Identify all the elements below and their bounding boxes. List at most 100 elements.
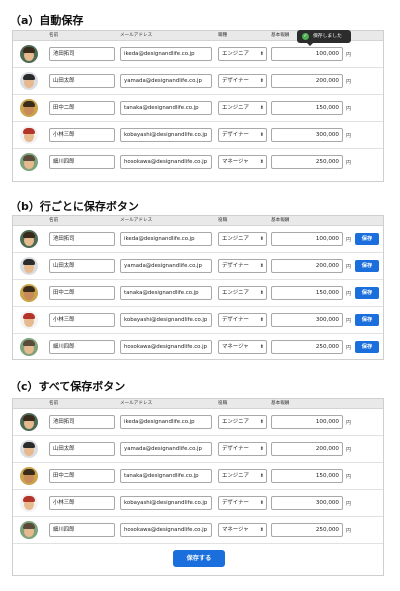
yen-unit: 円 bbox=[346, 345, 352, 351]
role-select[interactable]: デザイナー ⬍ bbox=[218, 74, 267, 88]
salary-field[interactable]: 200,000 bbox=[271, 74, 343, 88]
yen-unit: 円 bbox=[346, 79, 352, 85]
salary-field[interactable]: 300,000 bbox=[271, 496, 343, 510]
email-field[interactable]: hosokawa@designandlife.co.jp bbox=[120, 340, 212, 354]
email-field[interactable]: tanaka@designandlife.co.jp bbox=[120, 286, 212, 300]
email-field[interactable]: hosokawa@designandlife.co.jp bbox=[120, 523, 212, 537]
name-field[interactable]: 小林三郎 bbox=[49, 128, 115, 142]
name-field[interactable]: 池田拓司 bbox=[49, 47, 115, 61]
role-value: マネージャ bbox=[222, 159, 249, 165]
table-row: 田中二郎 tanaka@designandlife.co.jp エンジニア ⬍ 1… bbox=[13, 280, 383, 307]
chevron-updown-icon: ⬍ bbox=[259, 132, 264, 138]
email-field[interactable]: tanaka@designandlife.co.jp bbox=[120, 101, 212, 115]
email-field[interactable]: ikeda@designandlife.co.jp bbox=[120, 47, 212, 61]
name-field[interactable]: 池田拓司 bbox=[49, 415, 115, 429]
yen-unit: 円 bbox=[346, 160, 352, 166]
salary-field[interactable]: 150,000 bbox=[271, 101, 343, 115]
role-select[interactable]: エンジニア ⬍ bbox=[218, 101, 267, 115]
role-select[interactable]: マネージャ ⬍ bbox=[218, 155, 267, 169]
table-row: 細川四郎 hosokawa@designandlife.co.jp マネージャ ⬍… bbox=[13, 149, 383, 176]
chevron-updown-icon: ⬍ bbox=[259, 78, 264, 84]
salary-field[interactable]: 250,000 bbox=[271, 155, 343, 169]
avatar bbox=[20, 440, 38, 458]
email-field[interactable]: tanaka@designandlife.co.jp bbox=[120, 469, 212, 483]
employee-table: 名前 メールアドレス 職種 基本報酬 池田拓司 ikeda@designandl… bbox=[12, 30, 384, 182]
save-row-button[interactable]: 保存 bbox=[355, 260, 379, 272]
name-field[interactable]: 田中二郎 bbox=[49, 101, 115, 115]
email-field[interactable]: hosokawa@designandlife.co.jp bbox=[120, 155, 212, 169]
name-field[interactable]: 山田太郎 bbox=[49, 442, 115, 456]
header-email: メールアドレス bbox=[120, 401, 153, 406]
table-row: 池田拓司 ikeda@designandlife.co.jp エンジニア ⬍ 10… bbox=[13, 226, 383, 253]
save-row-button[interactable]: 保存 bbox=[355, 314, 379, 326]
role-select[interactable]: デザイナー ⬍ bbox=[218, 128, 267, 142]
avatar bbox=[20, 494, 38, 512]
role-select[interactable]: エンジニア ⬍ bbox=[218, 286, 267, 300]
yen-unit: 円 bbox=[346, 318, 352, 324]
save-row-button[interactable]: 保存 bbox=[355, 233, 379, 245]
email-field[interactable]: kobayashi@designandlife.co.jp bbox=[120, 496, 212, 510]
name-field[interactable]: 細川四郎 bbox=[49, 523, 115, 537]
role-select[interactable]: エンジニア ⬍ bbox=[218, 232, 267, 246]
name-field[interactable]: 池田拓司 bbox=[49, 232, 115, 246]
header-name: 名前 bbox=[49, 218, 59, 223]
table-row: 小林三郎 kobayashi@designandlife.co.jp デザイナー… bbox=[13, 490, 383, 517]
role-select[interactable]: デザイナー ⬍ bbox=[218, 313, 267, 327]
table-row: 田中二郎 tanaka@designandlife.co.jp エンジニア ⬍ 1… bbox=[13, 95, 383, 122]
name-field[interactable]: 田中二郎 bbox=[49, 286, 115, 300]
role-select[interactable]: デザイナー ⬍ bbox=[218, 496, 267, 510]
save-row-button[interactable]: 保存 bbox=[355, 341, 379, 353]
role-select[interactable]: デザイナー ⬍ bbox=[218, 259, 267, 273]
email-field[interactable]: yamada@designandlife.co.jp bbox=[120, 442, 212, 456]
yen-unit: 円 bbox=[346, 52, 352, 58]
email-field[interactable]: kobayashi@designandlife.co.jp bbox=[120, 313, 212, 327]
salary-field[interactable]: 100,000 bbox=[271, 415, 343, 429]
salary-field[interactable]: 250,000 bbox=[271, 523, 343, 537]
name-field[interactable]: 細川四郎 bbox=[49, 155, 115, 169]
email-field[interactable]: ikeda@designandlife.co.jp bbox=[120, 232, 212, 246]
email-field[interactable]: kobayashi@designandlife.co.jp bbox=[120, 128, 212, 142]
salary-field[interactable]: 200,000 bbox=[271, 259, 343, 273]
email-field[interactable]: yamada@designandlife.co.jp bbox=[120, 74, 212, 88]
name-field[interactable]: 山田太郎 bbox=[49, 259, 115, 273]
role-value: エンジニア bbox=[222, 290, 249, 296]
save-all-button[interactable]: 保存する bbox=[173, 550, 225, 567]
salary-field[interactable]: 250,000 bbox=[271, 340, 343, 354]
chevron-updown-icon: ⬍ bbox=[259, 473, 264, 479]
role-select[interactable]: エンジニア ⬍ bbox=[218, 469, 267, 483]
name-field[interactable]: 山田太郎 bbox=[49, 74, 115, 88]
save-row-button[interactable]: 保存 bbox=[355, 287, 379, 299]
chevron-updown-icon: ⬍ bbox=[259, 446, 264, 452]
table-header: 名前 メールアドレス 役職 基本報酬 bbox=[13, 216, 383, 226]
name-field[interactable]: 小林三郎 bbox=[49, 496, 115, 510]
salary-field[interactable]: 300,000 bbox=[271, 313, 343, 327]
salary-field[interactable]: 150,000 bbox=[271, 286, 343, 300]
table-row: 小林三郎 kobayashi@designandlife.co.jp デザイナー… bbox=[13, 307, 383, 334]
email-field[interactable]: yamada@designandlife.co.jp bbox=[120, 259, 212, 273]
salary-field[interactable]: 150,000 bbox=[271, 469, 343, 483]
chevron-updown-icon: ⬍ bbox=[259, 500, 264, 506]
salary-field[interactable]: 100,000 bbox=[271, 47, 343, 61]
role-select[interactable]: マネージャ ⬍ bbox=[218, 340, 267, 354]
table-row: 田中二郎 tanaka@designandlife.co.jp エンジニア ⬍ 1… bbox=[13, 463, 383, 490]
avatar bbox=[20, 467, 38, 485]
role-select[interactable]: エンジニア ⬍ bbox=[218, 47, 267, 61]
employee-table: 名前 メールアドレス 役職 基本報酬 池田拓司 ikeda@designandl… bbox=[12, 398, 384, 576]
header-role: 役職 bbox=[218, 401, 228, 406]
salary-field[interactable]: 200,000 bbox=[271, 442, 343, 456]
email-field[interactable]: ikeda@designandlife.co.jp bbox=[120, 415, 212, 429]
role-select[interactable]: エンジニア ⬍ bbox=[218, 415, 267, 429]
role-select[interactable]: デザイナー ⬍ bbox=[218, 442, 267, 456]
avatar bbox=[20, 45, 38, 63]
name-field[interactable]: 小林三郎 bbox=[49, 313, 115, 327]
name-field[interactable]: 細川四郎 bbox=[49, 340, 115, 354]
chevron-updown-icon: ⬍ bbox=[259, 236, 264, 242]
role-select[interactable]: マネージャ ⬍ bbox=[218, 523, 267, 537]
table-header: 名前 メールアドレス 役職 基本報酬 bbox=[13, 399, 383, 409]
avatar bbox=[20, 338, 38, 356]
table-row: 池田拓司 ikeda@designandlife.co.jp エンジニア ⬍ 10… bbox=[13, 409, 383, 436]
role-value: デザイナー bbox=[222, 500, 249, 506]
salary-field[interactable]: 100,000 bbox=[271, 232, 343, 246]
salary-field[interactable]: 300,000 bbox=[271, 128, 343, 142]
name-field[interactable]: 田中二郎 bbox=[49, 469, 115, 483]
